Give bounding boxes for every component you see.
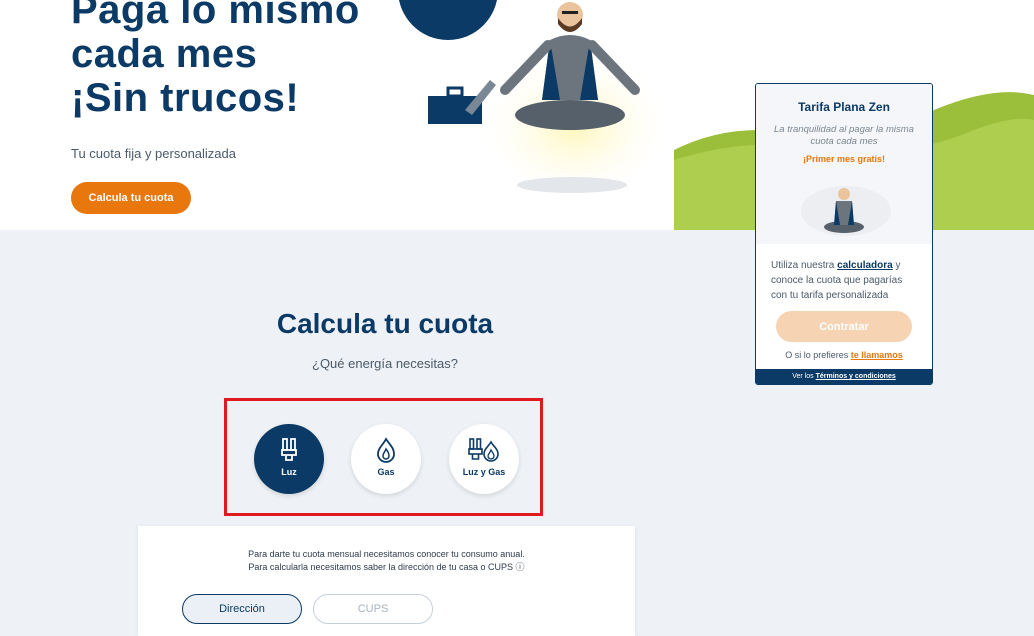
address-tab-button[interactable]: Dirección [182,594,302,624]
energy-question: ¿Qué energía necesitas? [312,356,458,371]
call-prefix: O si lo prefieres [785,350,849,360]
promo-card: Tarifa Plana Zen La tranquilidad al paga… [755,83,933,385]
call-me-link[interactable]: te llamamos [851,350,903,360]
meditating-man-thumbnail [801,186,891,236]
promo-body: Utiliza nuestra calculadora y conoce la … [756,244,932,303]
calculator-title: Calcula tu cuota [276,308,494,339]
hero-title-line-2: cada mes [71,32,258,76]
free-month-badge: ¡Primer mes gratis! [802,154,886,164]
promo-header: Tarifa Plana Zen La tranquilidad al paga… [756,84,932,244]
energy-option-label: Luz [281,467,297,477]
energy-option-label: Luz y Gas [462,467,506,477]
form-info-line-2: Para calcularla necesitamos saber la dir… [248,562,525,572]
form-info: Para darte tu cuota mensual necesitamos … [138,548,635,574]
promo-call-line: O si lo prefieres te llamamos [756,350,932,360]
terms-bar: Ver los Términos y condiciones [756,369,932,384]
promo-title: Tarifa Plana Zen [798,100,890,114]
energy-option-luz-y-gas[interactable]: Luz y Gas [449,424,519,494]
contract-button[interactable]: Contratar [776,311,912,342]
consumption-form-card: Para darte tu cuota mensual necesitamos … [138,526,635,636]
bulb-flame-icon [468,438,499,462]
calculate-fee-button[interactable]: Calcula tu cuota [71,182,191,214]
energy-option-label: Gas [377,467,395,477]
energy-option-luz[interactable]: Luz [254,424,324,494]
hero-title-line-1: Paga lo mismo [71,0,360,32]
hero-subtitle: Tu cuota fija y personalizada [71,146,237,161]
form-info-line-1: Para darte tu cuota mensual necesitamos … [248,549,525,559]
hero-title: Paga lo mismo cada mes ¡Sin trucos! [71,0,360,120]
meditating-man-illustration [399,0,675,193]
promo-body-prefix: Utiliza nuestra [771,260,835,271]
terms-prefix: Ver los [792,373,814,380]
terms-link[interactable]: Términos y condiciones [816,373,896,380]
calculator-link[interactable]: calculadora [837,260,893,271]
energy-option-gas[interactable]: Gas [351,424,421,494]
promo-tagline: La tranquilidad al pagar la misma cuota … [774,124,914,147]
cups-tab-button[interactable]: CUPS [313,594,433,624]
flame-icon [377,437,395,463]
bulb-icon [281,438,297,461]
hero-title-line-3: ¡Sin trucos! [71,76,300,120]
